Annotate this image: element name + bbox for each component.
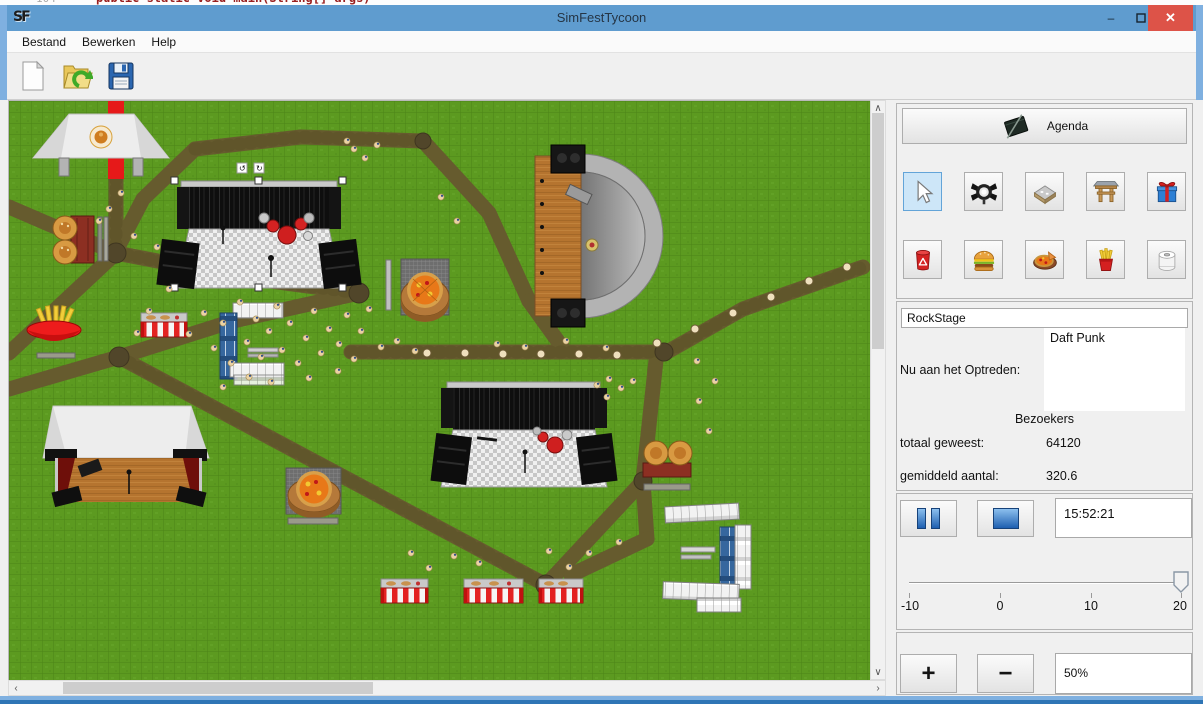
tools-group: Agenda <box>896 103 1193 299</box>
time-controls-group: 15:52:21 -10 0 10 20 <box>896 493 1193 630</box>
total-visitors-value: 64120 <box>1046 436 1081 450</box>
menu-bewerken[interactable]: Bewerken <box>74 33 143 51</box>
snack-stand-top[interactable] <box>141 313 187 337</box>
average-visitors-label: gemiddeld aantal: <box>900 469 999 483</box>
cursor-icon <box>910 179 936 205</box>
svg-text:↻: ↻ <box>256 164 263 173</box>
scroll-left-icon[interactable]: ‹ <box>9 681 23 695</box>
toolbar <box>7 53 1196 100</box>
tool-cursor-button[interactable] <box>903 172 942 211</box>
pause-button[interactable] <box>900 500 957 537</box>
gift-icon <box>1153 178 1181 206</box>
slider-tick-0: 0 <box>997 599 1004 613</box>
window-border-bottom-edge <box>0 700 1203 704</box>
snack-stand-2[interactable] <box>464 579 523 603</box>
tool-spotlight-button[interactable] <box>964 172 1003 211</box>
main-area: ↺ ↻ <box>0 100 1203 696</box>
minimize-button[interactable]: – <box>1096 5 1126 31</box>
zoom-out-button[interactable]: − <box>977 654 1034 693</box>
hamburger-icon <box>970 246 998 274</box>
average-visitors-value: 320.6 <box>1046 469 1077 483</box>
maximize-icon <box>1136 13 1146 23</box>
tent-stage[interactable] <box>43 406 209 507</box>
tool-fries-button[interactable] <box>1086 240 1125 279</box>
menu-bestand[interactable]: Bestand <box>14 33 74 51</box>
stop-button[interactable] <box>977 500 1034 537</box>
tool-entrance-gate-button[interactable] <box>1086 172 1125 211</box>
horizontal-scroll-thumb[interactable] <box>63 682 373 694</box>
agenda-label: Agenda <box>1047 119 1088 133</box>
tool-gift-button[interactable] <box>1147 172 1186 211</box>
second-stage[interactable] <box>430 382 617 487</box>
main-stage[interactable]: ↺ ↻ <box>156 163 361 291</box>
stop-icon <box>993 508 1019 529</box>
save-file-button[interactable] <box>104 57 138 95</box>
zoom-controls-group: + − 50% <box>896 632 1193 695</box>
stage-info-group: Daft Punk Nu aan het Optreden: Bezoekers… <box>896 301 1193 491</box>
window-title: SimFestTycoon <box>0 10 1203 25</box>
menu-bar: Bestand Bewerken Help <box>7 31 1196 53</box>
slider-tick-minus10: -10 <box>901 599 919 613</box>
tool-toilet-paper-button[interactable] <box>1147 240 1186 279</box>
map-horizontal-scrollbar[interactable]: ‹ › <box>8 680 886 696</box>
pizza-icon <box>1031 246 1059 274</box>
now-performing-label: Nu aan het Optreden: <box>900 363 1020 377</box>
entrance-gate-icon <box>1092 178 1120 206</box>
tool-trash-can-button[interactable] <box>903 240 942 279</box>
trash-can-icon <box>910 246 936 274</box>
toilet-paper-icon <box>1153 246 1181 274</box>
tool-hamburger-button[interactable] <box>964 240 1003 279</box>
scroll-right-icon[interactable]: › <box>871 681 885 695</box>
titlebar: SF SimFestTycoon – ✕ <box>0 5 1203 31</box>
tool-pizza-button[interactable] <box>1025 240 1064 279</box>
zoom-level-field[interactable]: 50% <box>1055 653 1192 694</box>
road-tile-icon <box>1031 178 1059 206</box>
open-file-button[interactable] <box>60 57 94 95</box>
visitors-header: Bezoekers <box>897 412 1192 426</box>
fries-icon <box>1093 246 1119 274</box>
snack-stand-3[interactable] <box>539 579 583 603</box>
slider-tick-10: 10 <box>1084 599 1098 613</box>
speed-slider-track[interactable] <box>909 582 1182 584</box>
grass-field[interactable] <box>9 101 870 680</box>
speed-slider-thumb[interactable] <box>1172 570 1190 594</box>
zoom-in-button[interactable]: + <box>900 654 957 693</box>
now-performing-value: Daft Punk <box>1044 328 1185 411</box>
total-visitors-label: totaal geweest: <box>900 436 984 450</box>
map-viewport: ↺ ↻ <box>8 100 870 680</box>
open-folder-icon <box>61 60 93 92</box>
slider-tick-20: 20 <box>1173 599 1187 613</box>
tool-road-button[interactable] <box>1025 172 1064 211</box>
pause-icon <box>917 508 926 529</box>
scroll-down-icon[interactable]: ∨ <box>871 665 885 679</box>
vertical-scroll-thumb[interactable] <box>872 113 884 349</box>
agenda-button[interactable]: Agenda <box>902 108 1187 144</box>
agenda-notebook-icon <box>1001 113 1031 139</box>
svg-text:↺: ↺ <box>239 164 246 173</box>
festival-map-canvas[interactable]: ↺ ↻ <box>9 101 870 680</box>
new-file-button[interactable] <box>16 57 50 95</box>
stage-name-input[interactable] <box>901 308 1188 328</box>
snack-stand-1[interactable] <box>381 579 428 603</box>
close-button[interactable]: ✕ <box>1148 5 1193 31</box>
screen: 104 public static void main(String[] arg… <box>0 0 1203 704</box>
new-file-icon <box>20 60 46 92</box>
spotlight-icon <box>970 178 998 206</box>
save-floppy-icon <box>106 60 136 92</box>
map-vertical-scrollbar[interactable]: ∧ ∨ <box>870 100 886 680</box>
clock-display[interactable]: 15:52:21 <box>1055 498 1192 538</box>
menu-help[interactable]: Help <box>143 33 184 51</box>
